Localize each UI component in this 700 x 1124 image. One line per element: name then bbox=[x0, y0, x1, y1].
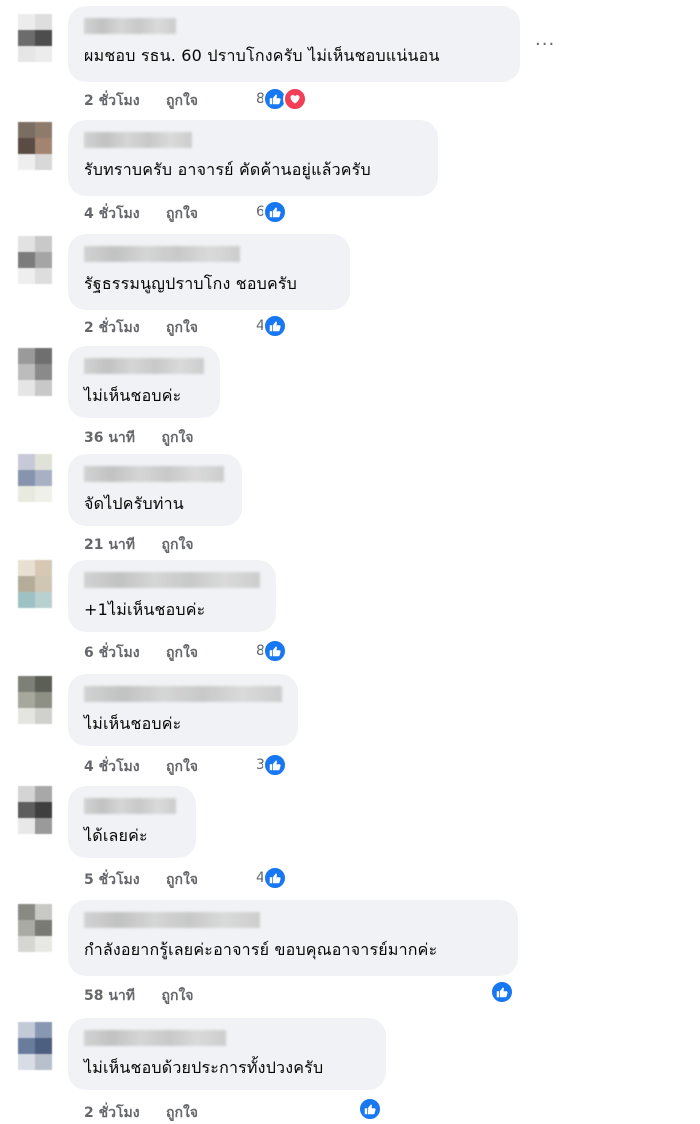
comment-time[interactable]: 4 ชั่วโมง bbox=[84, 206, 140, 222]
commenter-name-blurred[interactable] bbox=[84, 246, 240, 262]
love-icon bbox=[282, 87, 307, 111]
comment-meta: 2 ชั่วโมง ถูกใจ bbox=[84, 90, 198, 112]
avatar[interactable] bbox=[18, 904, 52, 952]
comment-meta: 4 ชั่วโมง ถูกใจ bbox=[84, 756, 198, 778]
reaction-summary[interactable]: 4 bbox=[256, 866, 287, 890]
commenter-name-blurred[interactable] bbox=[84, 912, 260, 928]
more-options-icon[interactable]: ··· bbox=[535, 34, 555, 55]
comment-text: ผมชอบ รธน. 60 ปราบโกงครับ ไม่เห็นชอบแน่น… bbox=[84, 46, 440, 65]
avatar[interactable] bbox=[18, 786, 52, 834]
comment-time[interactable]: 2 ชั่วโมง bbox=[84, 93, 140, 109]
comment-text: รับทราบครับ อาจารย์ คัดค้านอยู่แล้วครับ bbox=[84, 160, 371, 179]
comment-bubble: ไม่เห็นชอบค่ะ bbox=[68, 346, 220, 418]
commenter-name-blurred[interactable] bbox=[84, 466, 224, 482]
like-button[interactable]: ถูกใจ bbox=[161, 988, 193, 1004]
comment-meta: 4 ชั่วโมง ถูกใจ bbox=[84, 203, 198, 225]
like-button[interactable]: ถูกใจ bbox=[161, 430, 193, 446]
like-icon bbox=[262, 314, 287, 338]
avatar[interactable] bbox=[18, 560, 52, 608]
comment-time[interactable]: 6 ชั่วโมง bbox=[84, 645, 140, 661]
reaction-summary[interactable]: 3 bbox=[256, 753, 287, 777]
commenter-name-blurred[interactable] bbox=[84, 572, 260, 588]
avatar[interactable] bbox=[18, 236, 52, 284]
comment-meta: 5 ชั่วโมง ถูกใจ bbox=[84, 869, 198, 891]
comment-time[interactable]: 58 นาที bbox=[84, 988, 135, 1004]
reaction-summary[interactable]: 8 bbox=[256, 87, 307, 111]
comment-text: ไม่เห็นชอบค่ะ bbox=[84, 386, 182, 405]
comment-time[interactable]: 36 นาที bbox=[84, 430, 135, 446]
comment-bubble: ไม่เห็นชอบค่ะ bbox=[68, 674, 298, 746]
comment-meta: 2 ชั่วโมง ถูกใจ bbox=[84, 317, 198, 339]
reaction-summary[interactable] bbox=[358, 1097, 382, 1121]
like-button[interactable]: ถูกใจ bbox=[166, 645, 198, 661]
like-button[interactable]: ถูกใจ bbox=[166, 872, 198, 888]
avatar[interactable] bbox=[18, 1022, 52, 1070]
like-icon bbox=[262, 753, 287, 777]
comment-meta: 21 นาที ถูกใจ bbox=[84, 534, 193, 556]
comment-bubble: รัฐธรรมนูญปราบโกง ชอบครับ bbox=[68, 234, 350, 310]
like-button[interactable]: ถูกใจ bbox=[166, 206, 198, 222]
comment-meta: 58 นาที ถูกใจ bbox=[84, 985, 193, 1007]
avatar[interactable] bbox=[18, 14, 52, 62]
comment-meta: 36 นาที ถูกใจ bbox=[84, 427, 193, 449]
like-button[interactable]: ถูกใจ bbox=[166, 93, 198, 109]
comment-text: ไม่เห็นชอบด้วยประการทั้งปวงครับ bbox=[84, 1058, 324, 1077]
comment-text: กำลังอยากรู้เลยค่ะอาจารย์ ขอบคุณอาจารย์ม… bbox=[84, 940, 438, 959]
comment-bubble: รับทราบครับ อาจารย์ คัดค้านอยู่แล้วครับ bbox=[68, 120, 438, 196]
comment-meta: 2 ชั่วโมง ถูกใจ bbox=[84, 1102, 198, 1124]
commenter-name-blurred[interactable] bbox=[84, 798, 176, 814]
comment-time[interactable]: 21 นาที bbox=[84, 537, 135, 553]
like-button[interactable]: ถูกใจ bbox=[166, 320, 198, 336]
like-button[interactable]: ถูกใจ bbox=[161, 537, 193, 553]
like-button[interactable]: ถูกใจ bbox=[166, 1105, 198, 1121]
commenter-name-blurred[interactable] bbox=[84, 1030, 226, 1046]
like-icon bbox=[358, 1097, 382, 1121]
like-icon bbox=[490, 980, 514, 1004]
reaction-summary[interactable]: 6 bbox=[256, 200, 287, 224]
comment-bubble: กำลังอยากรู้เลยค่ะอาจารย์ ขอบคุณอาจารย์ม… bbox=[68, 900, 518, 976]
comment-time[interactable]: 4 ชั่วโมง bbox=[84, 759, 140, 775]
comment-text: จัดไปครับท่าน bbox=[84, 494, 184, 513]
comment-bubble: ได้เลยค่ะ bbox=[68, 786, 196, 858]
avatar[interactable] bbox=[18, 122, 52, 170]
reaction-summary[interactable]: 8 bbox=[256, 639, 287, 663]
comment-time[interactable]: 2 ชั่วโมง bbox=[84, 320, 140, 336]
comment-bubble: ไม่เห็นชอบด้วยประการทั้งปวงครับ bbox=[68, 1018, 386, 1090]
avatar[interactable] bbox=[18, 454, 52, 502]
comment-meta: 6 ชั่วโมง ถูกใจ bbox=[84, 642, 198, 664]
commenter-name-blurred[interactable] bbox=[84, 132, 192, 148]
reaction-summary[interactable] bbox=[490, 980, 514, 1004]
like-button[interactable]: ถูกใจ bbox=[166, 759, 198, 775]
like-icon bbox=[262, 639, 287, 663]
comment-time[interactable]: 5 ชั่วโมง bbox=[84, 872, 140, 888]
reaction-summary[interactable]: 4 bbox=[256, 314, 287, 338]
commenter-name-blurred[interactable] bbox=[84, 18, 176, 34]
commenter-name-blurred[interactable] bbox=[84, 686, 282, 702]
comment-text: ได้เลยค่ะ bbox=[84, 826, 148, 845]
comment-time[interactable]: 2 ชั่วโมง bbox=[84, 1105, 140, 1121]
comment-bubble: +1ไม่เห็นชอบค่ะ bbox=[68, 560, 276, 632]
like-icon bbox=[262, 866, 287, 890]
commenter-name-blurred[interactable] bbox=[84, 358, 204, 374]
comment-bubble: จัดไปครับท่าน bbox=[68, 454, 242, 526]
avatar[interactable] bbox=[18, 348, 52, 396]
comment-text: รัฐธรรมนูญปราบโกง ชอบครับ bbox=[84, 274, 298, 293]
comment-bubble: ผมชอบ รธน. 60 ปราบโกงครับ ไม่เห็นชอบแน่น… bbox=[68, 6, 520, 82]
like-icon bbox=[262, 200, 287, 224]
comment-text: +1ไม่เห็นชอบค่ะ bbox=[84, 600, 206, 619]
avatar[interactable] bbox=[18, 676, 52, 724]
comment-text: ไม่เห็นชอบค่ะ bbox=[84, 714, 182, 733]
